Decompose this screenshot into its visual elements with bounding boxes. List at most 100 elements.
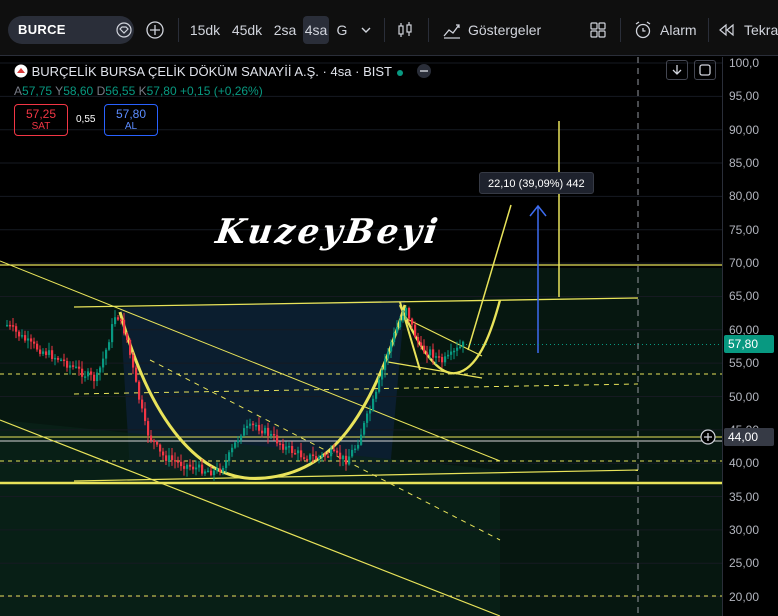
add-alert-icon[interactable] bbox=[700, 429, 716, 445]
price-tick: 65,00 bbox=[729, 289, 760, 304]
candle-body bbox=[258, 424, 261, 431]
buy-button[interactable]: 57,80 AL bbox=[104, 104, 158, 136]
candle-body bbox=[450, 351, 453, 355]
toolbar-divider bbox=[384, 18, 385, 42]
symbol-search[interactable]: BURCE bbox=[8, 16, 134, 44]
layout-grid-icon[interactable] bbox=[588, 20, 608, 40]
candle-body bbox=[303, 457, 306, 459]
interval-2sa[interactable]: 2sa bbox=[270, 16, 300, 44]
candle-body bbox=[366, 413, 369, 423]
interval-45dk[interactable]: 45dk bbox=[228, 16, 266, 44]
replay-icon[interactable] bbox=[716, 20, 736, 40]
chart-pane[interactable] bbox=[0, 57, 722, 616]
add-symbol-icon[interactable] bbox=[145, 20, 165, 40]
candle-body bbox=[66, 361, 69, 368]
arrow-down-button[interactable] bbox=[666, 60, 688, 80]
candle-body bbox=[81, 368, 84, 377]
chevron-down-icon[interactable] bbox=[356, 20, 376, 40]
candle-body bbox=[390, 342, 393, 352]
price-tick: 75,00 bbox=[729, 222, 760, 237]
candle-body bbox=[57, 357, 60, 360]
sell-button[interactable]: 57,25 SAT bbox=[14, 104, 68, 136]
candle-body bbox=[399, 320, 402, 328]
legend-exchange: BIST bbox=[363, 64, 392, 79]
ohlc-values: A57,75 Y58,60 D56,55 K57,80 +0,15 (+0,26… bbox=[14, 84, 263, 98]
candle-body bbox=[228, 452, 231, 462]
indicators-button[interactable]: Göstergeler bbox=[468, 16, 548, 44]
buy-price: 57,80 bbox=[115, 107, 147, 121]
candle-body bbox=[282, 443, 285, 450]
candle-body bbox=[174, 460, 177, 462]
price-tick: 55,00 bbox=[729, 356, 760, 371]
symbol-name: BURCE bbox=[18, 22, 66, 37]
price-tick: 100,0 bbox=[729, 56, 760, 70]
price-axis[interactable]: 100,0 95,00 90,00 85,00 80,00 75,00 70,00 65,00… bbox=[722, 56, 778, 616]
candle-body bbox=[402, 315, 405, 321]
fullscreen-button[interactable] bbox=[694, 60, 716, 80]
candle-body bbox=[234, 442, 237, 448]
candle-body bbox=[9, 324, 12, 327]
legend-sep: · bbox=[322, 64, 327, 79]
alarm-button[interactable]: Alarm bbox=[660, 16, 702, 44]
alarm-clock-icon[interactable] bbox=[633, 20, 653, 40]
interval-15dk[interactable]: 15dk bbox=[186, 16, 224, 44]
candle-body bbox=[408, 308, 411, 319]
candle-body bbox=[354, 448, 357, 451]
candle-body bbox=[420, 342, 423, 346]
candle-body bbox=[300, 450, 303, 458]
indicators-icon[interactable] bbox=[442, 20, 462, 40]
price-tick: 70,00 bbox=[729, 256, 760, 271]
candle-body bbox=[294, 452, 297, 455]
candle-body bbox=[45, 351, 48, 355]
open-label: A bbox=[14, 84, 23, 98]
toolbar-divider bbox=[428, 18, 429, 42]
candle-style-icon[interactable] bbox=[395, 20, 415, 40]
candle-body bbox=[132, 354, 135, 368]
legend-sep: · bbox=[355, 64, 360, 79]
candle-body bbox=[387, 351, 390, 359]
candle-body bbox=[447, 354, 450, 357]
candle-body bbox=[267, 427, 270, 436]
candle-body bbox=[72, 365, 75, 367]
candle-body bbox=[405, 308, 408, 316]
candle-body bbox=[75, 366, 78, 369]
candle-body bbox=[414, 324, 417, 338]
eye-icon[interactable] bbox=[415, 62, 433, 80]
replay-button[interactable]: Tekra bbox=[744, 16, 778, 44]
toolbar-divider bbox=[620, 18, 621, 42]
candle-body bbox=[396, 327, 399, 333]
candle-body bbox=[114, 317, 117, 325]
candle-body bbox=[147, 421, 150, 436]
price-tick: 20,00 bbox=[729, 589, 760, 604]
candle-body bbox=[261, 430, 264, 434]
candle-body bbox=[6, 324, 9, 327]
candle-body bbox=[204, 471, 207, 474]
interval-G[interactable]: G bbox=[334, 16, 350, 44]
compare-icon[interactable] bbox=[116, 22, 132, 38]
high-value: 58,60 bbox=[63, 84, 94, 98]
candle-body bbox=[195, 467, 198, 470]
candle-body bbox=[123, 319, 126, 334]
candle-body bbox=[306, 458, 309, 461]
candle-body bbox=[375, 391, 378, 399]
interval-4sa[interactable]: 4sa bbox=[303, 16, 329, 44]
price-tick: 50,00 bbox=[729, 389, 760, 404]
low-value: 56,55 bbox=[105, 84, 136, 98]
candle-body bbox=[225, 461, 228, 468]
candle-body bbox=[459, 346, 462, 349]
candle-body bbox=[351, 449, 354, 457]
sell-price: 57,25 bbox=[25, 107, 57, 121]
high-label: Y bbox=[55, 84, 64, 98]
author-watermark: KuzeyBeyi bbox=[213, 212, 444, 252]
sell-label: SAT bbox=[31, 121, 51, 132]
candle-body bbox=[339, 452, 342, 460]
candle-body bbox=[411, 318, 414, 325]
candle-body bbox=[237, 440, 240, 443]
price-tick: 35,00 bbox=[729, 489, 760, 504]
close-label: K bbox=[138, 84, 147, 98]
candle-body bbox=[141, 399, 144, 409]
candle-body bbox=[48, 350, 51, 355]
candle-body bbox=[438, 356, 441, 358]
candle-body bbox=[42, 351, 45, 354]
candle-body bbox=[243, 428, 246, 436]
